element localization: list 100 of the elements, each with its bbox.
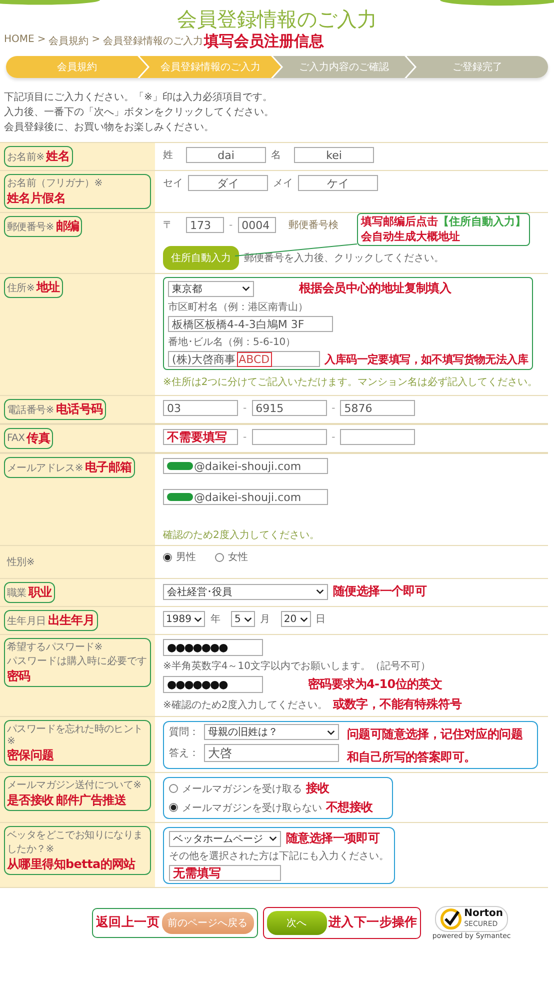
redaction-mark <box>167 462 193 470</box>
input-field[interactable] <box>252 429 327 445</box>
annotation-note: 从哪里得知betta的网站 <box>7 856 136 873</box>
progress-step: ご登録完了 <box>406 56 548 78</box>
code-highlight: ABCD <box>236 352 272 366</box>
breadcrumb-link[interactable]: HOME <box>4 34 34 48</box>
input-field[interactable]: 03 <box>163 400 238 416</box>
field-label: 生年月日 <box>7 614 46 628</box>
postal-mark: 〒 <box>163 219 174 232</box>
page-title: 会員登録情報のご入力 <box>176 8 378 30</box>
hint-text: ※住所は2つに分けてご記入いただけます。マンション名は必ず記入してください。 <box>163 376 539 389</box>
option-label: メールマガジンを受け取らない <box>182 802 322 814</box>
breadcrumb-link[interactable]: 会員規約 <box>48 34 89 48</box>
email-field[interactable]: @daikei-shouji.com <box>163 489 328 505</box>
field-prefix: 名 <box>271 149 282 162</box>
annotation-note: 问题可随意选择，记住对应的问题 <box>347 726 523 743</box>
option-label: メールマガジンを受け取る <box>182 782 302 796</box>
input-field[interactable]: ダイ <box>188 175 268 191</box>
prefecture-select[interactable]: 東京都 <box>168 280 254 296</box>
annotation-note: 邮编 <box>56 218 80 235</box>
annotation-note: 随意选择一项即可 <box>286 830 380 847</box>
hint-text: その他を選択された方は下記にも入力ください。 <box>169 850 389 863</box>
annotation-note: 返回上一页 <box>96 914 160 931</box>
field-label: ベッタをどこでお知りになりましたか？※ <box>7 829 144 856</box>
input-field[interactable]: 不需要填写 <box>163 429 238 445</box>
field-label: 市区町村名（例：港区南青山） <box>168 300 309 314</box>
question-select[interactable]: 母親の旧姓は？ <box>204 724 339 740</box>
field-label: 性別※ <box>6 556 36 570</box>
annotation-note: 根据会员中心的地址复制填入 <box>299 280 452 297</box>
hint-text: 確認のため2度入力してください。 <box>163 528 320 542</box>
input-field[interactable]: 173 <box>186 217 224 233</box>
annotation-note: 进入下一步操作 <box>328 914 418 931</box>
annotation-note: 电子邮箱 <box>84 459 132 476</box>
occupation-select[interactable]: 会社経営･役員 <box>163 584 328 600</box>
password-field[interactable]: ●●●●●●● <box>163 639 263 656</box>
annotation-note: 地址 <box>36 279 60 296</box>
date-select[interactable]: 1989 <box>163 611 206 627</box>
intro-text: 入力後、一番下の「次へ」ボタンをクリックしてください。 <box>4 106 275 120</box>
intro-text: 下記項目にご入力ください。「※」印は入力必須項目です。 <box>4 90 274 105</box>
email-field[interactable]: @daikei-shouji.com <box>163 458 328 474</box>
annotation-note: 传真 <box>26 430 50 447</box>
breadcrumb-separator: > <box>37 34 46 47</box>
breadcrumb-current: 会員登録情報のご入力 <box>103 36 204 47</box>
date-select[interactable]: 5 <box>231 611 255 627</box>
annotation-note: 出生年月 <box>48 612 95 629</box>
caret-icon <box>242 286 250 291</box>
input-field[interactable]: dai <box>186 147 266 163</box>
dash: - <box>243 402 247 414</box>
radio-button[interactable] <box>163 552 172 562</box>
annotation-note: 随便选择一个即可 <box>333 583 427 600</box>
redaction-mark <box>167 493 193 501</box>
password-field[interactable]: ●●●●●●● <box>163 676 263 693</box>
date-select[interactable]: 20 <box>280 611 311 627</box>
dash: - <box>243 432 247 442</box>
field-label: 番地･ビル名（例：5-6-10） <box>168 336 297 349</box>
intro-text: 会員登録後に、お買い物をお楽しみください。 <box>4 121 215 135</box>
input-field[interactable]: 板橋区板橋4-4-3白鳩M 3F <box>168 316 333 332</box>
annotation-note: 填写会员注册信息 <box>204 32 324 50</box>
caret-icon <box>194 616 202 622</box>
annotation-note: 密码 <box>7 668 30 685</box>
dash: - <box>332 432 336 442</box>
field-label: お名前（フリガナ）※ <box>7 177 102 190</box>
input-field[interactable] <box>340 429 416 445</box>
progress-step: 会員登録情報のご入力 <box>140 56 281 78</box>
field-label: メールアドレス※ <box>7 462 83 474</box>
input-field[interactable]: 大啓 <box>204 744 339 762</box>
field-label: 住所※ <box>7 282 34 294</box>
annotation-note: 入库码一定要填写，如不填写货物无法入库 <box>324 352 528 366</box>
annotation-note: 和自己所写的答案即可。 <box>347 749 477 766</box>
input-field[interactable]: 无需填写 <box>169 865 281 881</box>
annotation-note: 不想接收 <box>326 799 373 816</box>
field-prefix: 姓 <box>163 149 174 162</box>
hint-text: 郵便番号を入力後、クリックしてください。 <box>244 252 444 265</box>
input-field[interactable]: kei <box>294 147 374 163</box>
input-field[interactable]: (株)大啓商事 ABCD <box>168 351 320 367</box>
search-link[interactable]: 郵便番号検 <box>288 218 339 232</box>
annotation-note: 是否接收 <box>7 792 54 809</box>
input-field[interactable]: 0004 <box>238 217 276 233</box>
field-label: 電話番号※ <box>7 404 54 416</box>
caret-icon <box>327 730 335 734</box>
unit-label: 月 <box>260 613 270 626</box>
annotation-note: 邮件广告推送 <box>56 792 126 809</box>
unit-label: 日 <box>316 613 326 626</box>
badge-name: Norton <box>464 909 504 919</box>
field-prefix: セイ <box>163 177 183 190</box>
radio-button[interactable] <box>169 784 178 793</box>
annotation-note: 密保问题 <box>7 747 54 764</box>
breadcrumb-separator: > <box>92 34 100 47</box>
input-field[interactable]: ケイ <box>298 175 378 191</box>
input-field[interactable]: 6915 <box>252 400 327 416</box>
source-select[interactable]: ベッタホームページ <box>169 830 281 846</box>
field-label: 答え： <box>169 747 199 760</box>
annotation-note: 接收 <box>306 780 330 797</box>
field-label: メールマガジン送付について※ <box>7 779 142 792</box>
field-label: 希望するパスワード※ <box>7 640 102 654</box>
radio-button[interactable] <box>169 803 178 812</box>
annotation-note: 电话号码 <box>56 401 103 418</box>
field-label: お名前※ <box>7 150 44 164</box>
input-field[interactable]: 5876 <box>340 400 416 416</box>
radio-button[interactable] <box>215 552 224 562</box>
